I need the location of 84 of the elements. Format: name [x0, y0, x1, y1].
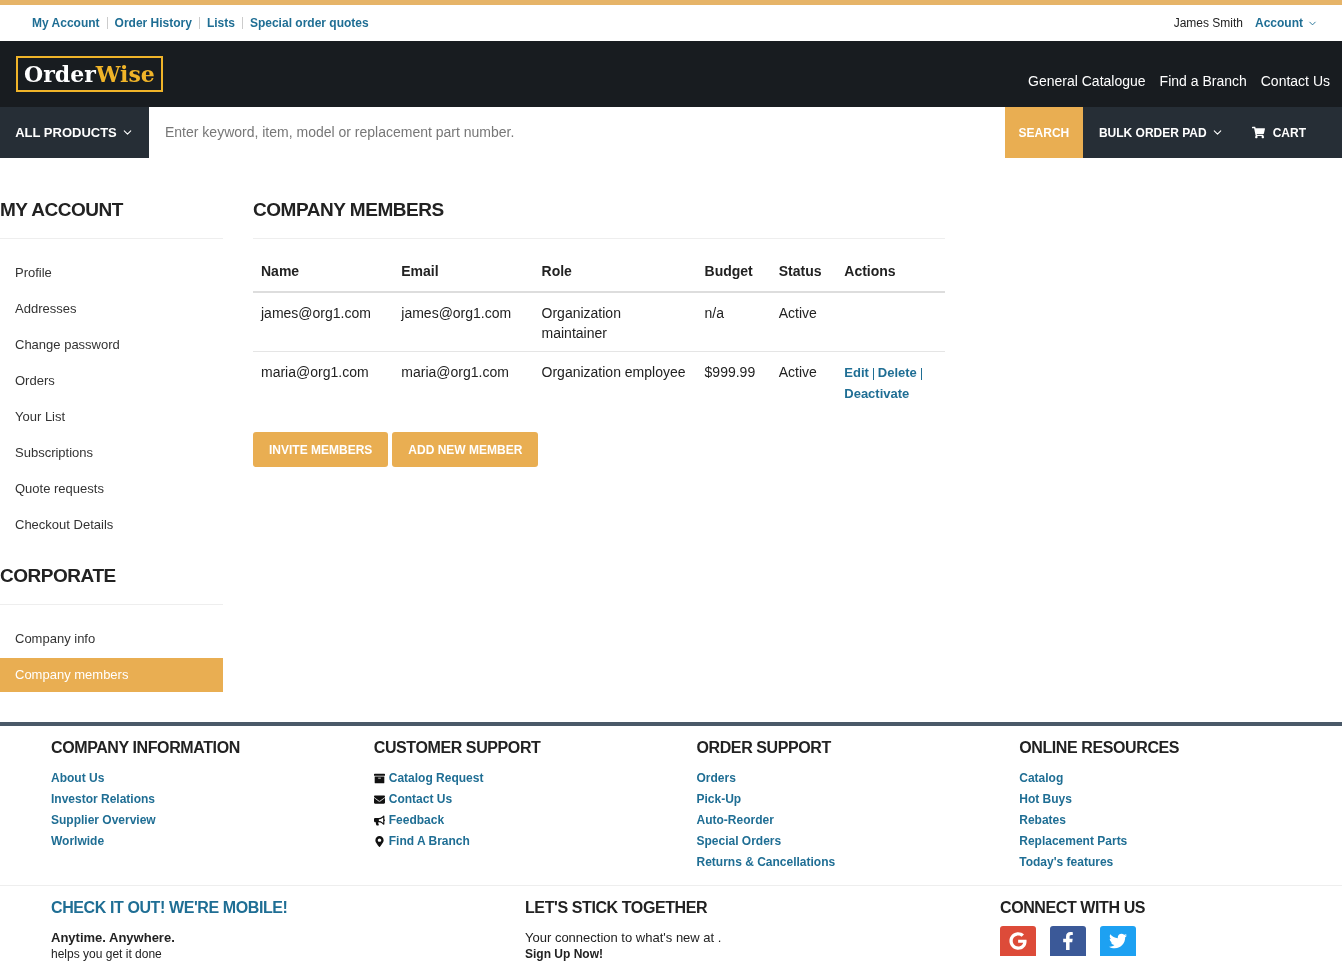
footer-link[interactable]: Find A Branch [388, 832, 470, 850]
mobile-tagline: Anytime. Anywhere. [51, 928, 176, 947]
column-header: Role [533, 261, 697, 292]
sidebar-item[interactable]: Addresses [0, 292, 223, 326]
sidebar-item[interactable]: Change password [0, 328, 223, 362]
footer-link[interactable]: Pick-Up [696, 790, 742, 808]
action-link[interactable]: Delete [877, 365, 917, 380]
footer-link[interactable]: Hot Buys [1019, 790, 1072, 808]
cart-icon [1251, 126, 1265, 139]
top-link[interactable]: Order History [114, 14, 192, 32]
all-products-menu[interactable]: ALL PRODUCTS [0, 107, 149, 158]
footer-link[interactable]: Catalog [1019, 769, 1064, 787]
table-cell: maria@org1.com [393, 351, 534, 404]
google-g-icon [1009, 931, 1027, 950]
action-link[interactable]: Edit [844, 365, 869, 380]
table-cell: Active [770, 292, 837, 352]
sidebar-item[interactable]: Your List [0, 400, 223, 434]
google-button[interactable] [1000, 925, 1036, 956]
table-cell: maria@org1.com [253, 351, 394, 404]
footer-heading: COMPANY INFORMATION [51, 737, 241, 758]
facebook-button[interactable] [1050, 925, 1086, 956]
bulk-order-pad-menu[interactable]: BULK ORDER PAD [1082, 107, 1240, 158]
footer-link[interactable]: Today's features [1019, 853, 1114, 871]
newsletter-heading: LET'S STICK TOGETHER [525, 897, 709, 918]
mobile-heading: CHECK IT OUT! WE'RE MOBILE! [51, 897, 289, 918]
user-name: James Smith [1173, 15, 1243, 32]
sidebar-item[interactable]: Orders [0, 364, 223, 398]
footer-link[interactable]: Supplier Overview [51, 811, 156, 829]
table-cell: james@org1.com [253, 292, 394, 352]
account-menu[interactable]: Account [1255, 14, 1318, 32]
table-cell: n/a [696, 292, 771, 352]
footer-heading: CUSTOMER SUPPORT [373, 737, 542, 758]
footer-link[interactable]: Auto-Reorder [696, 811, 774, 829]
megaphone-icon [373, 814, 385, 826]
page-title: COMPANY MEMBERS [253, 198, 445, 221]
bird-icon [1109, 931, 1127, 950]
twitter-button[interactable] [1100, 925, 1136, 956]
footer-link[interactable]: Catalog Request [388, 769, 484, 787]
envelope-icon [373, 793, 385, 805]
column-header: Budget [696, 261, 771, 292]
logo[interactable]: OrderWise [16, 55, 163, 92]
footer-link[interactable]: Contact Us [388, 790, 453, 808]
archive-icon [373, 772, 385, 784]
sidebar-item[interactable]: Company info [0, 622, 223, 656]
search-field[interactable]: Enter keyword, item, model or replacement part number. [149, 107, 1005, 158]
sidebar-item[interactable]: Profile [0, 256, 223, 290]
footer-link[interactable]: Replacement Parts [1019, 832, 1128, 850]
table-cell: james@org1.com [393, 292, 534, 352]
footer-link[interactable]: Special Orders [696, 832, 782, 850]
table-cell: Organization employee [533, 351, 697, 404]
footer-heading: ONLINE RESOURCES [1019, 737, 1181, 758]
sidebar-item[interactable]: Quote requests [0, 472, 223, 506]
footer-heading: ORDER SUPPORT [696, 737, 832, 758]
footer-link[interactable]: Investor Relations [51, 790, 156, 808]
table-cell: Organization maintainer [533, 292, 697, 352]
header-link[interactable]: General Catalogue [1028, 71, 1146, 92]
top-link[interactable]: Special order quotes [249, 14, 369, 32]
column-header: Name [253, 261, 394, 292]
sidebar-heading: CORPORATE [0, 564, 117, 587]
top-link[interactable]: Lists [206, 14, 235, 32]
footer-link[interactable]: Feedback [388, 811, 445, 829]
cart-button[interactable]: CART [1239, 107, 1342, 158]
column-header: Status [770, 261, 837, 292]
footer-link[interactable]: Worlwide [51, 832, 105, 850]
newsletter-text: Your connection to what's new at . [525, 928, 723, 947]
sidebar-item[interactable]: Subscriptions [0, 436, 223, 470]
header-link[interactable]: Contact Us [1260, 71, 1330, 92]
sidebar-item[interactable]: Checkout Details [0, 508, 223, 542]
sidebar-heading: MY ACCOUNT [0, 198, 125, 221]
map-pin-icon [373, 835, 385, 847]
footer-link[interactable]: Returns & Cancellations [696, 853, 836, 871]
footer-link[interactable]: About Us [51, 769, 105, 787]
column-header: Email [393, 261, 534, 292]
sign-up-link[interactable]: Sign Up Now! [525, 947, 1000, 961]
footer-link[interactable]: Rebates [1019, 811, 1066, 829]
mobile-text: helps you get it done [51, 947, 163, 961]
header-link[interactable]: Find a Branch [1159, 71, 1247, 92]
column-header: Actions [836, 261, 945, 292]
top-link[interactable]: My Account [32, 14, 100, 32]
table-cell: Active [770, 351, 837, 404]
table-cell: $999.99 [696, 351, 771, 404]
connect-heading: CONNECT WITH US [1000, 897, 1146, 918]
footer-link[interactable]: Orders [696, 769, 736, 787]
action-link[interactable]: Deactivate [844, 386, 910, 401]
